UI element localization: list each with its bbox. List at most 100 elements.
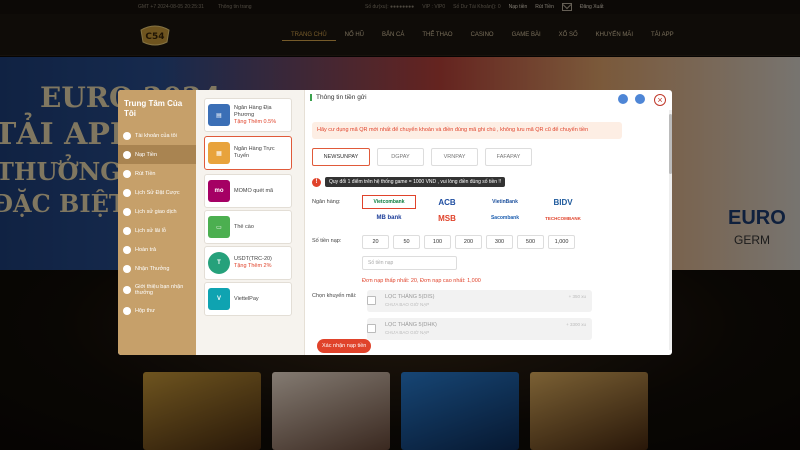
sidebar-title: Trung Tâm Của Tôi xyxy=(124,99,183,118)
sidebar-item-bet-history[interactable]: Lịch Sử Đặt Cược xyxy=(118,183,196,202)
amount-input[interactable]: Số tiền nạp xyxy=(362,256,457,270)
promo-subtitle: CHƯA BAO GIỜ NẠP xyxy=(385,330,430,335)
bank-label: Ngân hàng: xyxy=(312,199,341,205)
sidebar-item-transactions[interactable]: Lịch sử giao dịch xyxy=(118,202,196,221)
sidebar-item-label: Giới thiệu bạn nhận thưởng xyxy=(135,283,184,296)
method-name: ViettelPay xyxy=(234,295,259,302)
bank-icon: ▤ xyxy=(208,104,230,126)
promo-subtitle: CHƯA BAO GIỜ NẠP xyxy=(385,302,430,307)
deposit-icon xyxy=(123,150,131,159)
method-viettelpay[interactable]: V ViettelPay xyxy=(204,282,292,316)
bank-bidv[interactable]: BIDV xyxy=(536,195,590,209)
sidebar-item-rebate[interactable]: Hoàn trả xyxy=(118,240,196,259)
sidebar-item-profit-loss[interactable]: Lịch sử lãi lỗ xyxy=(118,221,196,240)
sidebar-item-referral[interactable]: Giới thiệu bạn nhận thưởng xyxy=(118,278,196,301)
tab-newsunpay[interactable]: NEWSUNPAY xyxy=(312,148,370,166)
warning-icon: ! xyxy=(312,177,321,187)
bank-mbbank[interactable]: MB bank xyxy=(362,211,416,225)
bank-acb[interactable]: ACB xyxy=(420,195,474,209)
panel-title: Thông tin tiền gửi xyxy=(316,94,367,101)
amount-option[interactable]: 500 xyxy=(517,235,544,249)
amount-option[interactable]: 200 xyxy=(455,235,482,249)
panel-header: Thông tin tiền gửi xyxy=(310,94,367,101)
qr-notice: Hãy cư dụng mã QR mới nhất để chuyển kho… xyxy=(312,122,622,139)
method-scratch-card[interactable]: ▭ Thẻ cào xyxy=(204,210,292,244)
promo-option[interactable]: LỌC THÁNG 5(DIS) CHƯA BAO GIỜ NẠP + 350 x… xyxy=(367,290,592,312)
promo-checkbox[interactable] xyxy=(367,324,376,333)
user-icon xyxy=(123,131,131,140)
card-icon: ▭ xyxy=(208,216,230,238)
method-usdt[interactable]: T USDT(TRC-20) Tặng Thêm 2% xyxy=(204,246,292,280)
amount-option[interactable]: 300 xyxy=(486,235,513,249)
bank-vietcombank[interactable]: Vietcombank xyxy=(362,195,416,209)
tab-dgpay[interactable]: DGPAY xyxy=(377,148,424,166)
sidebar-item-label: Lịch sử giao dịch xyxy=(135,208,177,215)
history-icon xyxy=(123,188,131,197)
sidebar-item-my-account[interactable]: Tài khoản của tôi xyxy=(118,126,196,145)
scrollbar-thumb[interactable] xyxy=(669,114,672,174)
exchange-warning: ! Quy đổi 1 điểm trên hệ thống game = 10… xyxy=(312,177,506,187)
close-icon[interactable]: × xyxy=(654,94,666,106)
bank-sacombank[interactable]: Sacombank xyxy=(478,211,532,225)
deposit-modal: Trung Tâm Của Tôi Tài khoản của tôi Nạp … xyxy=(118,90,672,355)
online-bank-icon: ▦ xyxy=(208,142,230,164)
amount-limits: Đơn nạp thấp nhất: 20, Đơn nạp cao nhất:… xyxy=(362,278,481,284)
tab-fafapay[interactable]: FAFAPAY xyxy=(485,148,532,166)
sidebar-item-label: Lịch sử lãi lỗ xyxy=(135,227,166,234)
momo-icon: mo xyxy=(208,180,230,202)
confirm-deposit-button[interactable]: Xác nhận nạp tiền xyxy=(317,339,372,353)
bank-grid: Vietcombank ACB VietinBank BIDV MB bank … xyxy=(362,195,582,225)
method-promo: Tặng Thêm 2% xyxy=(234,263,272,269)
sidebar-item-label: Lịch Sử Đặt Cược xyxy=(135,189,180,196)
promo-checkbox[interactable] xyxy=(367,296,376,305)
deposit-panel: Thông tin tiền gửi × Hãy cư dụng mã QR m… xyxy=(305,90,672,355)
tab-vrnpay[interactable]: VRNPAY xyxy=(431,148,478,166)
sidebar-item-label: Tài khoản của tôi xyxy=(135,132,177,139)
sidebar-item-label: Rút Tiền xyxy=(135,170,156,177)
promo-value: + 350 xu xyxy=(568,294,586,299)
amount-option[interactable]: 50 xyxy=(393,235,420,249)
referral-icon xyxy=(123,285,131,294)
rebate-icon xyxy=(123,245,131,254)
panel-scrollbar[interactable] xyxy=(669,110,672,350)
amount-option[interactable]: 20 xyxy=(362,235,389,249)
header-accent xyxy=(310,94,312,101)
bank-techcombank[interactable]: TECHCOMBANK xyxy=(536,211,590,225)
sidebar-item-inbox[interactable]: Hộp thư xyxy=(118,301,196,320)
promo-title: LỌC THÁNG 5(DIS) xyxy=(385,294,435,300)
account-sidebar: Trung Tâm Của Tôi Tài khoản của tôi Nạp … xyxy=(118,90,196,355)
viettelpay-icon: V xyxy=(208,288,230,310)
method-online-bank[interactable]: ▦ Ngân Hàng Trực Tuyến xyxy=(204,136,292,170)
payment-methods: ▤ Ngân Hàng Địa Phương Tặng Thêm 0.5% ▦ N… xyxy=(196,90,305,355)
method-name: MOMO quét mã xyxy=(234,187,274,194)
bank-msb[interactable]: MSB xyxy=(420,211,474,225)
promo-label: Chọn khuyến mãi: xyxy=(312,293,357,299)
amount-option[interactable]: 100 xyxy=(424,235,451,249)
promo-value: + 3300 xu xyxy=(566,322,586,327)
withdraw-icon xyxy=(123,169,131,178)
info-icon[interactable] xyxy=(635,94,645,104)
method-promo: Tặng Thêm 0.5% xyxy=(234,118,277,125)
method-name: Ngân Hàng Trực Tuyến xyxy=(234,146,275,159)
chart-icon xyxy=(123,226,131,235)
promo-title: LỌC THÁNG 5(DHK) xyxy=(385,322,437,328)
support-icon[interactable] xyxy=(618,94,628,104)
method-momo[interactable]: mo MOMO quét mã xyxy=(204,174,292,208)
amount-option[interactable]: 1,000 xyxy=(548,235,575,249)
method-name: USDT(TRC-20) xyxy=(234,256,272,262)
sidebar-item-withdraw[interactable]: Rút Tiền xyxy=(118,164,196,183)
sidebar-item-deposit[interactable]: Nạp Tiền xyxy=(118,145,196,164)
transaction-icon xyxy=(123,207,131,216)
method-name: Ngân Hàng Địa Phương xyxy=(234,104,272,118)
sidebar-item-label: Nhận Thưởng xyxy=(135,265,170,272)
gateway-tabs: NEWSUNPAY DGPAY VRNPAY FAFAPAY xyxy=(312,148,532,166)
method-name: Thẻ cào xyxy=(234,223,254,230)
method-local-bank[interactable]: ▤ Ngân Hàng Địa Phương Tặng Thêm 0.5% xyxy=(204,98,292,132)
mail-icon xyxy=(123,306,131,315)
promo-option[interactable]: LỌC THÁNG 5(DHK) CHƯA BAO GIỜ NẠP + 3300 … xyxy=(367,318,592,340)
amount-label: Số tiền nạp: xyxy=(312,238,342,244)
bank-vietinbank[interactable]: VietinBank xyxy=(478,195,532,209)
amount-presets: 20 50 100 200 300 500 1,000 xyxy=(362,235,575,249)
gift-icon xyxy=(123,264,131,273)
sidebar-item-rewards[interactable]: Nhận Thưởng xyxy=(118,259,196,278)
